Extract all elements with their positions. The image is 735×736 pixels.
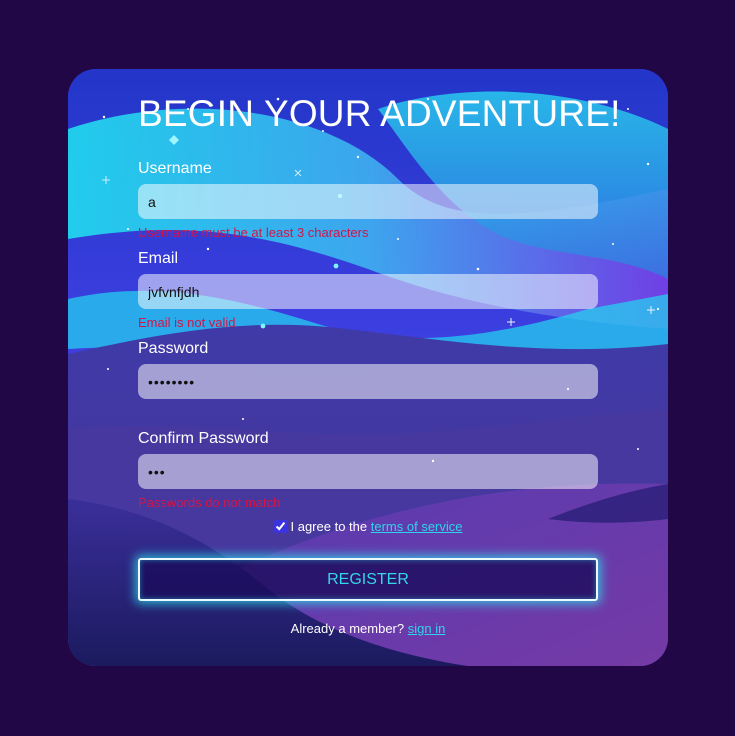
terms-checkbox[interactable] — [273, 520, 287, 533]
sign-in-link[interactable]: sign in — [408, 621, 446, 636]
confirm-password-input[interactable] — [138, 454, 598, 489]
email-input[interactable] — [138, 274, 598, 309]
register-button[interactable]: REGISTER — [138, 558, 598, 601]
username-input[interactable] — [138, 184, 598, 219]
password-input[interactable] — [138, 364, 598, 399]
terms-of-service-link[interactable]: terms of service — [371, 519, 463, 534]
register-form: BEGIN YOUR ADVENTURE! Username Username … — [68, 69, 668, 666]
username-error: Username must be at least 3 characters — [138, 225, 369, 240]
signin-prefix-text: Already a member? — [290, 621, 405, 636]
terms-agreement: I agree to the terms of service — [68, 519, 668, 534]
confirm-password-error: Passwords do not match — [138, 495, 281, 510]
username-label: Username — [138, 160, 212, 177]
form-title: BEGIN YOUR ADVENTURE! — [138, 93, 621, 134]
password-label: Password — [138, 340, 209, 357]
terms-prefix-text: I agree to the — [290, 519, 368, 534]
email-label: Email — [138, 250, 179, 267]
confirm-password-label: Confirm Password — [138, 430, 269, 447]
register-card: BEGIN YOUR ADVENTURE! Username Username … — [68, 69, 668, 666]
email-error: Email is not valid — [138, 315, 236, 330]
signin-prompt: Already a member? sign in — [68, 621, 668, 636]
